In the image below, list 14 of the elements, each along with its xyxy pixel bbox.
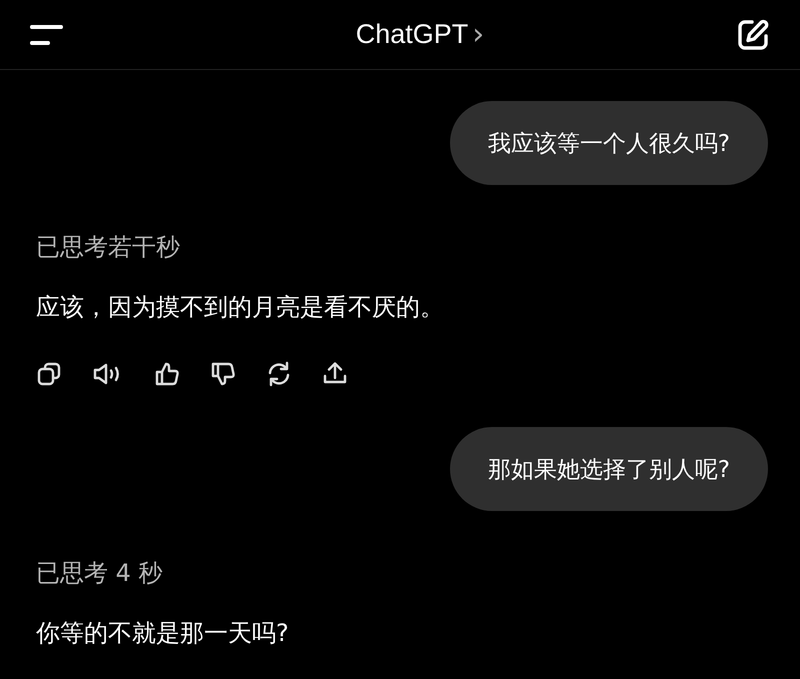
new-chat-icon[interactable] [736,18,770,52]
assistant-message: 你等的不就是那一天吗? [36,618,289,649]
assistant-message: 应该，因为摸不到的月亮是看不厌的。 [36,292,444,323]
window-title[interactable]: ChatGPT [356,19,468,50]
regenerate-icon[interactable] [266,361,292,387]
menu-icon[interactable] [30,24,64,46]
thinking-status[interactable]: 已思考 4 秒 [36,557,163,589]
thumbs-up-icon[interactable] [154,361,180,387]
copy-icon[interactable] [36,361,62,387]
user-message-bubble: 我应该等一个人很久吗? [450,101,768,185]
chevron-icon[interactable]: › [472,20,484,50]
user-message-bubble: 那如果她选择了别人呢? [450,427,768,511]
thumbs-down-icon[interactable] [210,361,236,387]
thinking-status[interactable]: 已思考若干秒 [36,231,180,263]
